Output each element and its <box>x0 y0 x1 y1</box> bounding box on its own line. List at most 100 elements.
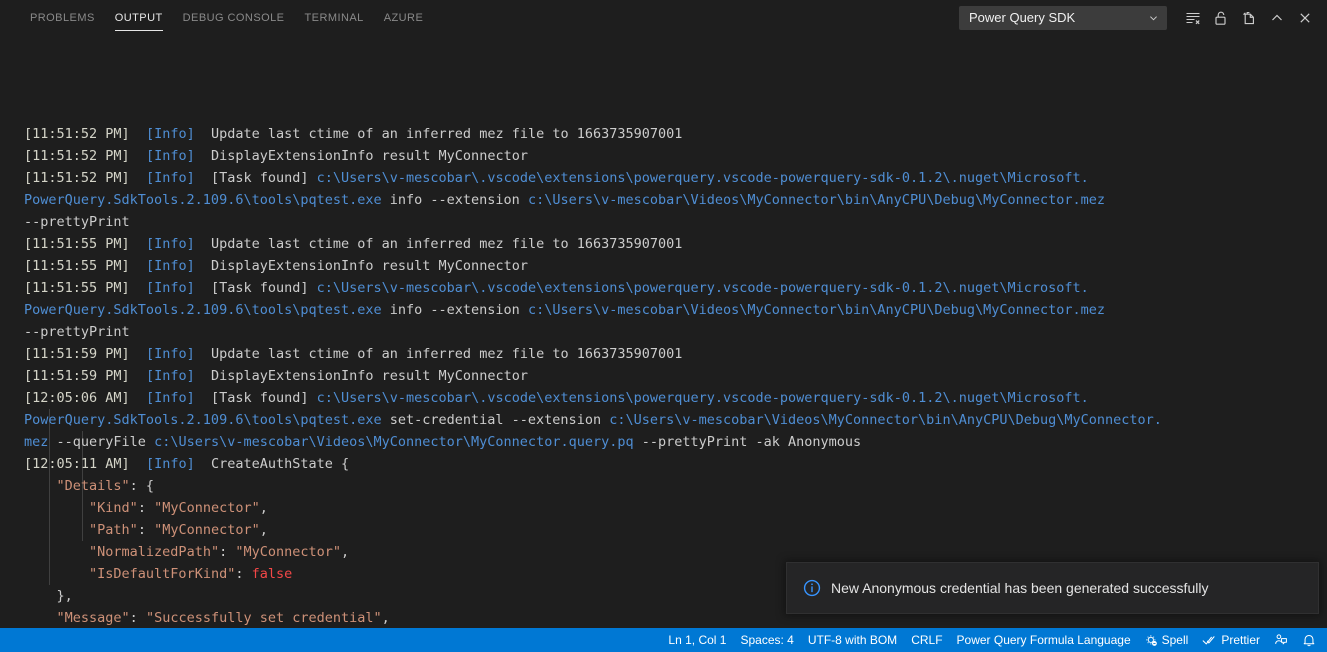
output-line: [11:51:59 PM] [Info] DisplayExtensionInf… <box>0 365 1327 387</box>
output-path-link[interactable]: c:\Users\v-mescobar\Videos\MyConnector\b… <box>609 412 1162 428</box>
panel-tab-problems[interactable]: PROBLEMS <box>20 0 105 35</box>
notification-toast[interactable]: New Anonymous credential has been genera… <box>786 562 1319 614</box>
output-line: "Details": { <box>0 475 1327 497</box>
output-text: "Details" <box>56 478 130 494</box>
output-text: DisplayExtensionInfo result MyConnector <box>194 258 528 274</box>
output-path-link[interactable]: PowerQuery.SdkTools.2.109.6\tools\pqtest… <box>24 412 382 428</box>
output-line: [11:51:52 PM] [Info] Update last ctime o… <box>0 123 1327 145</box>
status-eol[interactable]: CRLF <box>904 628 949 652</box>
output-text: : <box>137 522 155 538</box>
output-path-link[interactable]: c:\Users\v-mescobar\Videos\MyConnector\M… <box>154 434 634 450</box>
output-text: [11:51:55 PM] <box>24 258 130 274</box>
panel-tab-azure[interactable]: AZURE <box>374 0 434 35</box>
chevron-down-icon <box>1150 15 1157 20</box>
status-cursor-position-label: Ln 1, Col 1 <box>668 633 727 647</box>
output-text: , <box>259 500 268 516</box>
output-text: CreateAuthState { <box>194 456 350 472</box>
output-text: "Kind" <box>89 500 138 516</box>
clear-output-icon[interactable] <box>1179 4 1207 32</box>
output-channel-select[interactable]: Power Query SDK <box>959 5 1167 30</box>
status-feedback[interactable] <box>1267 628 1295 652</box>
output-text: }, <box>24 588 73 604</box>
unlock-scroll-icon[interactable] <box>1207 4 1235 32</box>
output-line: [11:51:59 PM] [Info] Update last ctime o… <box>0 343 1327 365</box>
output-text: [12:05:11 AM] <box>24 456 130 472</box>
output-text: [11:51:52 PM] <box>24 148 130 164</box>
checkmarks-icon <box>1202 634 1217 647</box>
chevron-up-icon[interactable] <box>1263 4 1291 32</box>
output-text: --prettyPrint <box>24 324 130 340</box>
output-line: [11:51:55 PM] [Info] [Task found] c:\Use… <box>0 277 1327 299</box>
output-log[interactable]: [11:51:52 PM] [Info] Update last ctime o… <box>0 35 1327 628</box>
output-text: DisplayExtensionInfo result MyConnector <box>194 148 528 164</box>
output-text: "NormalizedPath" <box>89 544 220 560</box>
feedback-person-icon <box>1274 633 1288 647</box>
output-text: Update last ctime of an inferred mez fil… <box>194 126 683 142</box>
output-line: [11:51:55 PM] [Info] DisplayExtensionInf… <box>0 255 1327 277</box>
output-text: "Successfully set credential" <box>145 610 382 626</box>
output-text: : <box>235 566 252 582</box>
output-path-link[interactable]: c:\Users\v-mescobar\.vscode\extensions\p… <box>317 390 1089 406</box>
output-line: PowerQuery.SdkTools.2.109.6\tools\pqtest… <box>0 409 1327 431</box>
output-path-link[interactable]: PowerQuery.SdkTools.2.109.6\tools\pqtest… <box>24 192 382 208</box>
output-path-link[interactable]: c:\Users\v-mescobar\Videos\MyConnector\b… <box>528 192 1105 208</box>
output-text: "MyConnector" <box>154 500 260 516</box>
output-path-link[interactable]: c:\Users\v-mescobar\.vscode\extensions\p… <box>317 170 1089 186</box>
output-text: [11:51:52 PM] <box>24 126 130 142</box>
status-encoding-label: UTF-8 with BOM <box>807 633 898 647</box>
status-cursor-position[interactable]: Ln 1, Col 1 <box>661 628 733 652</box>
output-text: [11:51:55 PM] <box>24 280 130 296</box>
panel-tab-terminal[interactable]: TERMINAL <box>294 0 373 35</box>
output-line: "Path": "MyConnector", <box>0 519 1327 541</box>
status-indentation[interactable]: Spaces: 4 <box>733 628 800 652</box>
output-text: "Message" <box>56 610 130 626</box>
output-text: [Info] <box>145 390 195 406</box>
output-text: info --extension <box>381 302 528 318</box>
output-line: mez --queryFile c:\Users\v-mescobar\Vide… <box>0 431 1327 453</box>
output-text: [11:51:55 PM] <box>24 236 130 252</box>
output-path-link[interactable]: c:\Users\v-mescobar\Videos\MyConnector\b… <box>528 302 1105 318</box>
output-text: : <box>129 610 146 626</box>
output-text: [Info] <box>145 170 195 186</box>
output-text: [11:51:52 PM] <box>24 170 130 186</box>
output-channel-value: Power Query SDK <box>969 10 1076 25</box>
output-text: [Info] <box>145 236 195 252</box>
status-notifications[interactable] <box>1295 628 1323 652</box>
output-path-link[interactable]: mez <box>24 434 48 450</box>
output-line: --prettyPrint <box>0 321 1327 343</box>
status-encoding[interactable]: UTF-8 with BOM <box>801 628 904 652</box>
output-path-link[interactable]: PowerQuery.SdkTools.2.109.6\tools\pqtest… <box>24 302 382 318</box>
open-in-editor-icon[interactable] <box>1235 4 1263 32</box>
output-text: "MyConnector" <box>154 522 260 538</box>
output-line: "Kind": "MyConnector", <box>0 497 1327 519</box>
output-line: "NormalizedPath": "MyConnector", <box>0 541 1327 563</box>
spell-check-icon <box>1145 634 1158 647</box>
output-line: [12:05:06 AM] [Info] [Task found] c:\Use… <box>0 387 1327 409</box>
panel-tab-output[interactable]: OUTPUT <box>105 0 173 35</box>
output-text: [Info] <box>145 258 195 274</box>
status-prettier[interactable]: Prettier <box>1195 628 1267 652</box>
status-eol-label: CRLF <box>911 633 943 647</box>
panel-tab-debug-console[interactable]: DEBUG CONSOLE <box>173 0 295 35</box>
status-language-mode[interactable]: Power Query Formula Language <box>950 628 1138 652</box>
output-text: --queryFile <box>48 434 155 450</box>
status-spell-checker[interactable]: Spell <box>1138 628 1196 652</box>
output-path-link[interactable]: c:\Users\v-mescobar\.vscode\extensions\p… <box>317 280 1089 296</box>
close-icon[interactable] <box>1291 4 1319 32</box>
panel-actions: Power Query SDK <box>959 0 1319 35</box>
panel-header: PROBLEMS OUTPUT DEBUG CONSOLE TERMINAL AZURE… <box>0 0 1327 35</box>
output-text: [Info] <box>145 346 195 362</box>
output-text: Update last ctime of an inferred mez fil… <box>194 346 683 362</box>
output-text: : <box>219 544 236 560</box>
bell-icon <box>1302 633 1316 647</box>
